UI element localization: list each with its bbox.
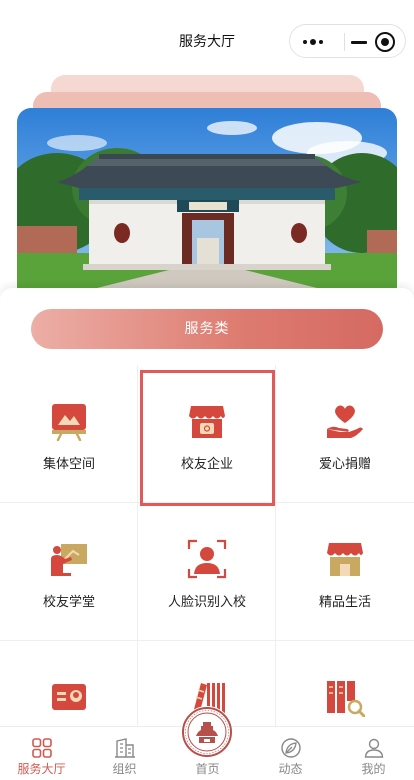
service-label: 爱心捐赠 — [318, 457, 371, 472]
tab-label: 首页 — [195, 762, 220, 776]
school-gate-photo — [17, 108, 397, 288]
service-grid: 集体空间 校友企业 爱心捐赠 校友学堂 人脸识别入校 精品生活 — [0, 365, 414, 779]
capsule-divider — [344, 33, 345, 51]
minimize-icon[interactable] — [350, 33, 368, 51]
grid-icon — [32, 738, 52, 758]
service-item-face-recognition[interactable]: 人脸识别入校 — [138, 503, 276, 641]
mini-program-capsule — [289, 24, 406, 58]
tab-organization[interactable]: 组织 — [83, 727, 166, 780]
banner-carousel[interactable] — [17, 108, 397, 288]
book-search-icon — [327, 681, 365, 717]
shop-awning-icon — [327, 543, 363, 576]
teacher-board-icon — [51, 544, 87, 576]
service-item-alumni-academy[interactable]: 校友学堂 — [0, 503, 138, 641]
service-item-quality-life[interactable]: 精品生活 — [276, 503, 414, 641]
school-seal-icon — [182, 707, 232, 757]
service-item-alumni-enterprise[interactable]: 校友企业 — [138, 365, 276, 503]
face-scan-icon — [187, 539, 227, 579]
id-card-icon — [52, 684, 86, 710]
heart-hand-icon — [327, 405, 363, 438]
category-service-button[interactable]: 服务类 — [31, 309, 383, 349]
photo-frame-icon — [52, 404, 86, 441]
building-icon — [115, 738, 135, 758]
tab-label: 我的 — [361, 762, 386, 776]
close-circle-icon[interactable] — [375, 32, 395, 52]
more-dots-icon[interactable] — [302, 35, 328, 49]
service-label: 精品生活 — [318, 595, 371, 610]
service-label: 校友企业 — [180, 457, 233, 472]
nav-header: 服务大厅 — [0, 0, 414, 80]
leaf-icon — [281, 738, 301, 758]
home-seal-button[interactable] — [181, 706, 233, 758]
user-icon — [364, 738, 384, 758]
tab-service-hall[interactable]: 服务大厅 — [0, 727, 83, 780]
tab-label: 动态 — [278, 762, 303, 776]
tab-label: 组织 — [112, 762, 137, 776]
service-label: 集体空间 — [42, 457, 95, 472]
service-panel: 服务类 集体空间 校友企业 爱心捐赠 校友学堂 人脸识别入校 精品生活 — [0, 288, 414, 779]
tab-news[interactable]: 动态 — [249, 727, 332, 780]
service-label: 人脸识别入校 — [167, 595, 246, 610]
service-item-collective-space[interactable]: 集体空间 — [0, 365, 138, 503]
tab-label: 服务大厅 — [17, 762, 66, 776]
storefront-icon — [189, 406, 225, 438]
tab-mine[interactable]: 我的 — [332, 727, 414, 780]
service-item-charity-donation[interactable]: 爱心捐赠 — [276, 365, 414, 503]
service-label: 校友学堂 — [42, 595, 95, 610]
